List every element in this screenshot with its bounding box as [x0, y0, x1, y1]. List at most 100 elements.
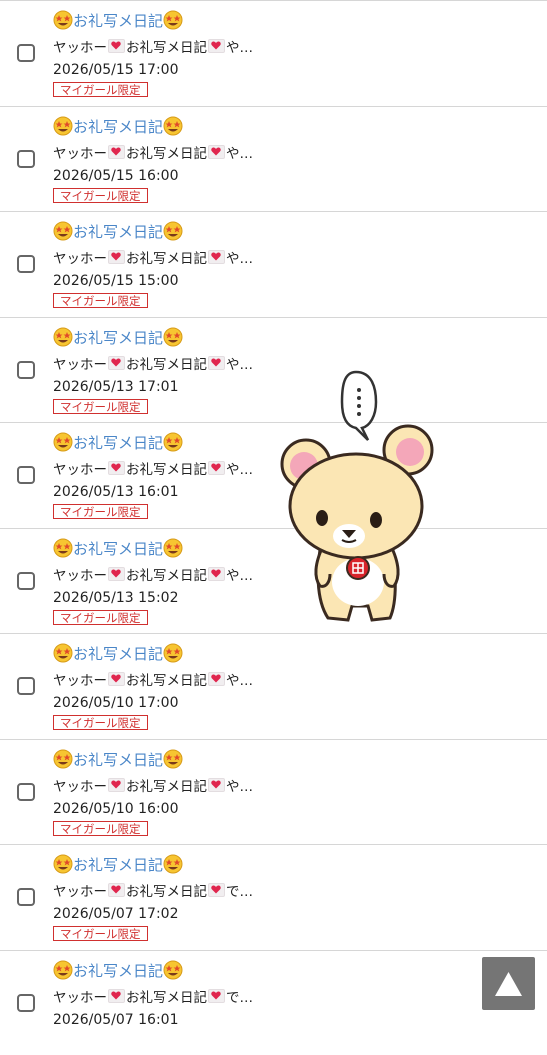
diary-datetime: 2026/05/13 15:02 [53, 589, 179, 606]
star-struck-face-icon [163, 643, 183, 663]
preview-text: お礼写メ日記 [126, 778, 207, 795]
heart-letter-icon [208, 566, 225, 581]
mygirl-only-badge: マイガール限定 [53, 504, 148, 519]
preview-text: ヤッホー [53, 567, 107, 584]
diary-datetime: 2026/05/07 16:01 [53, 1011, 179, 1028]
preview-text: お礼写メ日記 [126, 40, 207, 56]
preview-text: や… [226, 778, 253, 795]
diary-preview: ヤッホー お礼写メ日記 や… [53, 144, 253, 163]
select-checkbox[interactable] [17, 149, 35, 168]
list-item[interactable]: お礼写メ日記 ヤッホー お礼写メ日記 や… 2026/05/15 15:00 マイガール限… [0, 211, 547, 316]
heart-letter-icon [108, 461, 125, 475]
diary-preview: ヤッホー お礼写メ日記 や… [53, 355, 253, 374]
preview-text: お礼写メ日記 [126, 989, 207, 1006]
star-struck-face-icon [53, 854, 73, 874]
list-item[interactable]: お礼写メ日記 ヤッホー お礼写メ日記 や… 2026/05/15 16:00 マイガール限… [0, 105, 547, 211]
star-struck-face-icon [163, 327, 183, 346]
heart-letter-icon [208, 250, 225, 264]
diary-title: お礼写メ日記 [73, 856, 164, 874]
diary-preview: ヤッホー お礼写メ日記 や… [53, 777, 253, 796]
diary-title-link[interactable]: お礼写メ日記 [53, 537, 183, 561]
heart-letter-icon [208, 777, 225, 792]
list-item[interactable]: お礼写メ日記 ヤッホー お礼写メ日記 で… 2026/05/07 16:01 [0, 949, 547, 1055]
list-item[interactable]: お礼写メ日記 ヤッホー お礼写メ日記 や… 2026/05/10 17:00 マイガール限… [0, 633, 547, 738]
heart-letter-icon [108, 777, 125, 792]
select-checkbox[interactable] [17, 255, 35, 273]
diary-preview: ヤッホー お礼写メ日記 や… [53, 461, 253, 479]
select-checkbox[interactable] [17, 360, 35, 379]
preview-text: や… [226, 462, 253, 478]
select-checkbox[interactable] [17, 993, 35, 1012]
diary-title-link[interactable]: お礼写メ日記 [53, 959, 183, 983]
mygirl-only-badge: マイガール限定 [53, 926, 148, 941]
diary-title: お礼写メ日記 [73, 12, 164, 30]
diary-title: お礼写メ日記 [73, 434, 164, 452]
heart-letter-icon [108, 144, 125, 159]
preview-text: ヤッホー [53, 145, 107, 162]
diary-title-link[interactable]: お礼写メ日記 [53, 853, 183, 877]
diary-datetime: 2026/05/10 17:00 [53, 695, 179, 711]
preview-text: ヤッホー [53, 778, 107, 795]
star-struck-face-icon [163, 538, 183, 557]
heart-letter-icon [208, 988, 225, 1003]
diary-title: お礼写メ日記 [73, 328, 164, 347]
star-struck-face-icon [53, 116, 73, 135]
preview-text: ヤッホー [53, 884, 107, 900]
preview-text: で… [226, 989, 253, 1006]
diary-title-link[interactable]: お礼写メ日記 [53, 748, 183, 772]
preview-text: お礼写メ日記 [126, 673, 207, 689]
scroll-to-top-button[interactable] [482, 957, 535, 1010]
preview-text: ヤッホー [53, 462, 107, 478]
list-item[interactable]: お礼写メ日記 ヤッホー お礼写メ日記 や… 2026/05/15 17:00 マイガール限… [0, 0, 547, 105]
diary-title: お礼写メ日記 [73, 750, 164, 769]
star-struck-face-icon [163, 432, 183, 452]
diary-title-link[interactable]: お礼写メ日記 [53, 431, 183, 455]
select-checkbox[interactable] [17, 677, 35, 695]
preview-text: や… [226, 251, 253, 267]
mygirl-only-badge: マイガール限定 [53, 609, 148, 625]
diary-preview: ヤッホー お礼写メ日記 や… [53, 672, 253, 690]
star-struck-face-icon [53, 10, 73, 30]
select-checkbox[interactable] [17, 888, 35, 906]
select-checkbox[interactable] [17, 466, 35, 484]
diary-datetime: 2026/05/15 16:00 [53, 167, 179, 184]
diary-title-link[interactable]: お礼写メ日記 [53, 115, 183, 139]
preview-text: や… [226, 145, 253, 162]
heart-letter-icon [208, 461, 225, 475]
select-checkbox[interactable] [17, 782, 35, 801]
preview-text: ヤッホー [53, 40, 107, 56]
heart-letter-icon [208, 39, 225, 53]
star-struck-face-icon [53, 538, 73, 557]
mygirl-only-badge: マイガール限定 [53, 293, 148, 308]
diary-datetime: 2026/05/13 16:01 [53, 484, 179, 500]
preview-text: お礼写メ日記 [126, 884, 207, 900]
diary-preview: ヤッホー お礼写メ日記 で… [53, 988, 253, 1007]
star-struck-face-icon [53, 960, 73, 979]
preview-text: や… [226, 356, 253, 373]
list-item[interactable]: お礼写メ日記 ヤッホー お礼写メ日記 や… 2026/05/10 16:00 マイガール限… [0, 738, 547, 844]
heart-letter-icon [108, 566, 125, 581]
star-struck-face-icon [53, 432, 73, 452]
diary-title-link[interactable]: お礼写メ日記 [53, 326, 183, 350]
star-struck-face-icon [53, 749, 73, 768]
select-checkbox[interactable] [17, 571, 35, 590]
diary-datetime: 2026/05/15 17:00 [53, 62, 179, 78]
diary-title-link[interactable]: お礼写メ日記 [53, 642, 183, 666]
diary-datetime: 2026/05/13 17:01 [53, 378, 179, 395]
star-struck-face-icon [163, 221, 183, 241]
diary-title-link[interactable]: お礼写メ日記 [53, 220, 183, 244]
diary-title: お礼写メ日記 [73, 961, 164, 980]
mygirl-only-badge: マイガール限定 [53, 398, 148, 414]
diary-title-link[interactable]: お礼写メ日記 [53, 9, 183, 33]
heart-letter-icon [208, 672, 225, 686]
diary-title: お礼写メ日記 [73, 539, 164, 558]
select-checkbox[interactable] [17, 44, 35, 62]
preview-text: や… [226, 673, 253, 689]
list-item[interactable]: お礼写メ日記 ヤッホー お礼写メ日記 で… 2026/05/07 17:02 マイガール限… [0, 844, 547, 949]
diary-preview: ヤッホー お礼写メ日記 や… [53, 250, 253, 268]
star-struck-face-icon [53, 221, 73, 241]
mygirl-only-badge: マイガール限定 [53, 715, 148, 730]
heart-letter-icon [108, 672, 125, 686]
preview-text: お礼写メ日記 [126, 251, 207, 267]
diary-title: お礼写メ日記 [73, 223, 164, 241]
